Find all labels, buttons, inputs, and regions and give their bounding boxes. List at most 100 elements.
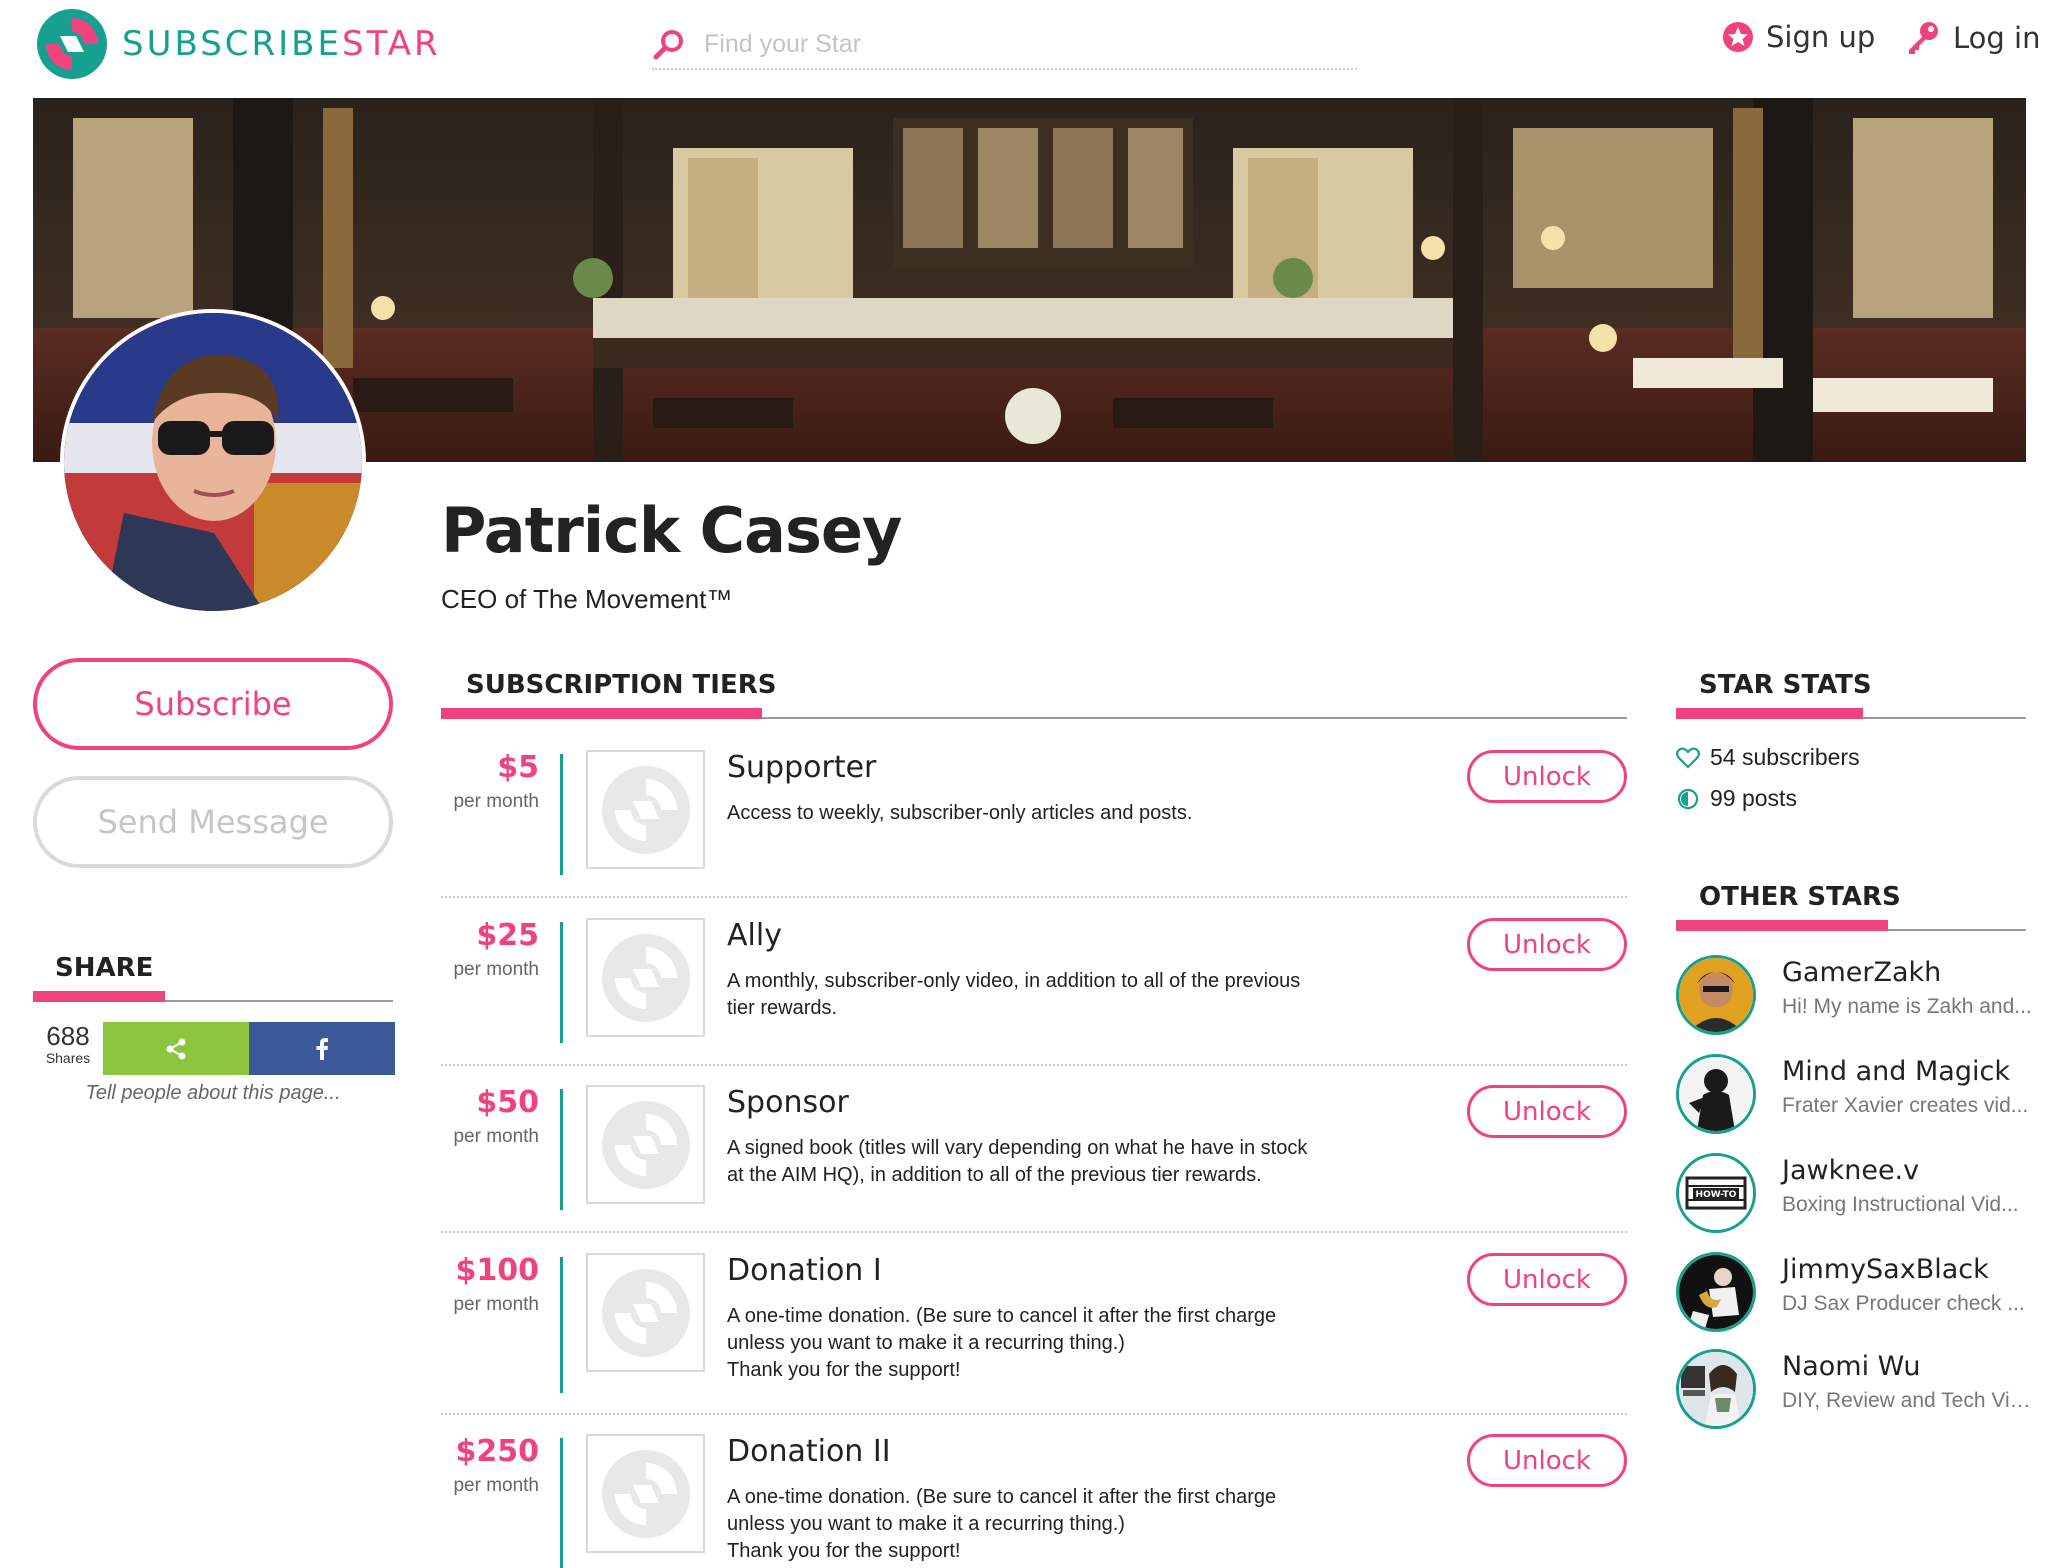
posts-icon — [1677, 788, 1699, 809]
key-icon — [1909, 22, 1938, 54]
star-description: DJ Sax Producer check ... — [1782, 1292, 2025, 1315]
tier-accent-line — [560, 1438, 563, 1568]
tier-description: A monthly, subscriber-only video, in add… — [727, 970, 1301, 1019]
tier-price: $100 — [455, 1253, 540, 1288]
subscribestar-logo-icon — [37, 9, 107, 79]
tiers-heading: SUBSCRIPTION TIERS — [466, 670, 777, 700]
tier-description: A one-time donation. (Be sure to cancel … — [727, 1486, 1277, 1562]
tier-description: Access to weekly, subscriber-only articl… — [727, 802, 1193, 824]
tier-accent-line — [560, 1089, 563, 1210]
tier-image — [586, 1434, 705, 1553]
tier-accent-line — [560, 754, 563, 875]
star-avatar — [1676, 1252, 1756, 1332]
share-count-label: Shares — [45, 1050, 91, 1066]
star-name: Mind and Magick — [1782, 1056, 2010, 1087]
jimmysaxblack-avatar — [1679, 1255, 1753, 1329]
unlock-button[interactable]: Unlock — [1467, 918, 1627, 971]
tier-image — [586, 1253, 705, 1372]
subscribers-count: 54 subscribers — [1710, 744, 1860, 770]
tier-price-block: $250 per month — [419, 1434, 539, 1497]
send-message-button[interactable]: Send Message — [33, 776, 393, 868]
tier-price: $5 — [497, 750, 539, 785]
stats-heading: STAR STATS — [1699, 670, 1872, 700]
subscribe-button[interactable]: Subscribe — [33, 658, 393, 750]
star-avatar — [1676, 1054, 1756, 1134]
svg-text:HOW-TO: HOW-TO — [1696, 1190, 1737, 1200]
star-avatar: HOW-TO — [1676, 1153, 1756, 1233]
tier-item: $100 per month Donation I A one-time don… — [441, 1253, 1627, 1393]
tier-price: $25 — [476, 918, 539, 953]
share-heading-accent — [33, 991, 165, 1002]
unlock-button[interactable]: Unlock — [1467, 1434, 1627, 1487]
share-counter: 688 Shares — [33, 1022, 103, 1066]
search-input[interactable] — [704, 29, 1304, 59]
other-star-item[interactable]: HOW-TO Jawknee.v Boxing Instructional Vi… — [1676, 1153, 2036, 1235]
tier-title: Sponsor — [727, 1085, 849, 1120]
sign-up-label: Sign up — [1766, 20, 1876, 54]
tier-item: $250 per month Donation II A one-time do… — [441, 1434, 1627, 1568]
placeholder-logo-icon — [601, 765, 690, 854]
star-description: Frater Xavier creates vid... — [1782, 1094, 2029, 1117]
tier-price-block: $5 per month — [419, 750, 539, 813]
tier-separator — [441, 1064, 1627, 1066]
tiers-heading-accent — [441, 708, 762, 719]
tier-price: $250 — [455, 1434, 540, 1469]
placeholder-logo-icon — [601, 1449, 690, 1538]
sign-up-link[interactable]: Sign up — [1722, 20, 1875, 54]
tier-title: Donation II — [727, 1434, 891, 1469]
other-star-item[interactable]: JimmySaxBlack DJ Sax Producer check ... — [1676, 1252, 2036, 1334]
profile-tagline: CEO of The Movement™ — [441, 584, 733, 614]
unlock-button[interactable]: Unlock — [1467, 1085, 1627, 1138]
unlock-button[interactable]: Unlock — [1467, 1253, 1627, 1306]
tier-title: Donation I — [727, 1253, 882, 1288]
star-description: Boxing Instructional Vid... — [1782, 1193, 2019, 1216]
share-button[interactable] — [103, 1022, 249, 1075]
tier-period: per month — [453, 1294, 539, 1315]
tier-description: A signed book (titles will vary dependin… — [727, 1137, 1308, 1186]
tier-price-block: $25 per month — [419, 918, 539, 981]
star-badge-icon — [1723, 22, 1753, 52]
gamerzakh-avatar — [1679, 958, 1753, 1032]
tier-price: $50 — [476, 1085, 539, 1120]
placeholder-logo-icon — [601, 933, 690, 1022]
tier-item: $50 per month Sponsor A signed book (tit… — [441, 1085, 1627, 1210]
log-in-link[interactable]: Log in — [1905, 20, 2040, 56]
unlock-button[interactable]: Unlock — [1467, 750, 1627, 803]
search-icon[interactable] — [652, 27, 686, 61]
tier-image — [586, 918, 705, 1037]
other-star-item[interactable]: Naomi Wu DIY, Review and Tech Vid... — [1676, 1349, 2036, 1431]
share-heading: SHARE — [55, 953, 154, 983]
posts-count: 99 posts — [1710, 785, 1797, 811]
tier-title: Supporter — [727, 750, 877, 785]
tier-accent-line — [560, 922, 563, 1043]
profile-avatar — [60, 309, 366, 615]
facebook-icon — [316, 1037, 328, 1060]
star-name: Jawknee.v — [1782, 1155, 1920, 1186]
tier-period: per month — [453, 1475, 539, 1496]
heart-icon — [1676, 747, 1700, 769]
tier-image — [586, 1085, 705, 1204]
star-name: GamerZakh — [1782, 957, 1942, 988]
log-in-label: Log in — [1953, 21, 2041, 55]
profile-photo — [64, 313, 362, 611]
placeholder-logo-icon — [601, 1100, 690, 1189]
stats-heading-accent — [1676, 708, 1863, 719]
other-stars-heading: OTHER STARS — [1699, 882, 1901, 912]
share-count-value: 688 — [46, 1021, 90, 1051]
tier-separator — [441, 896, 1627, 898]
other-star-item[interactable]: GamerZakh Hi! My name is Zakh and... — [1676, 955, 2036, 1037]
tier-item: $5 per month Supporter Access to weekly,… — [441, 750, 1627, 875]
site-header: SUBSCRIBESTAR Sign up Log in — [0, 0, 2060, 98]
star-name: JimmySaxBlack — [1782, 1254, 1989, 1285]
other-star-item[interactable]: Mind and Magick Frater Xavier creates vi… — [1676, 1054, 2036, 1136]
tier-period: per month — [453, 1126, 539, 1147]
share-icon — [166, 1038, 186, 1059]
star-description: DIY, Review and Tech Vid... — [1782, 1389, 2036, 1412]
logo-wordmark: SUBSCRIBESTAR — [122, 24, 441, 64]
star-avatar — [1676, 955, 1756, 1035]
tier-description: A one-time donation. (Be sure to cancel … — [727, 1305, 1277, 1381]
tier-separator — [441, 1231, 1627, 1233]
facebook-share-button[interactable] — [249, 1022, 395, 1075]
site-logo[interactable]: SUBSCRIBESTAR — [36, 8, 441, 80]
subscribers-stat: 54 subscribers — [1676, 744, 1860, 771]
